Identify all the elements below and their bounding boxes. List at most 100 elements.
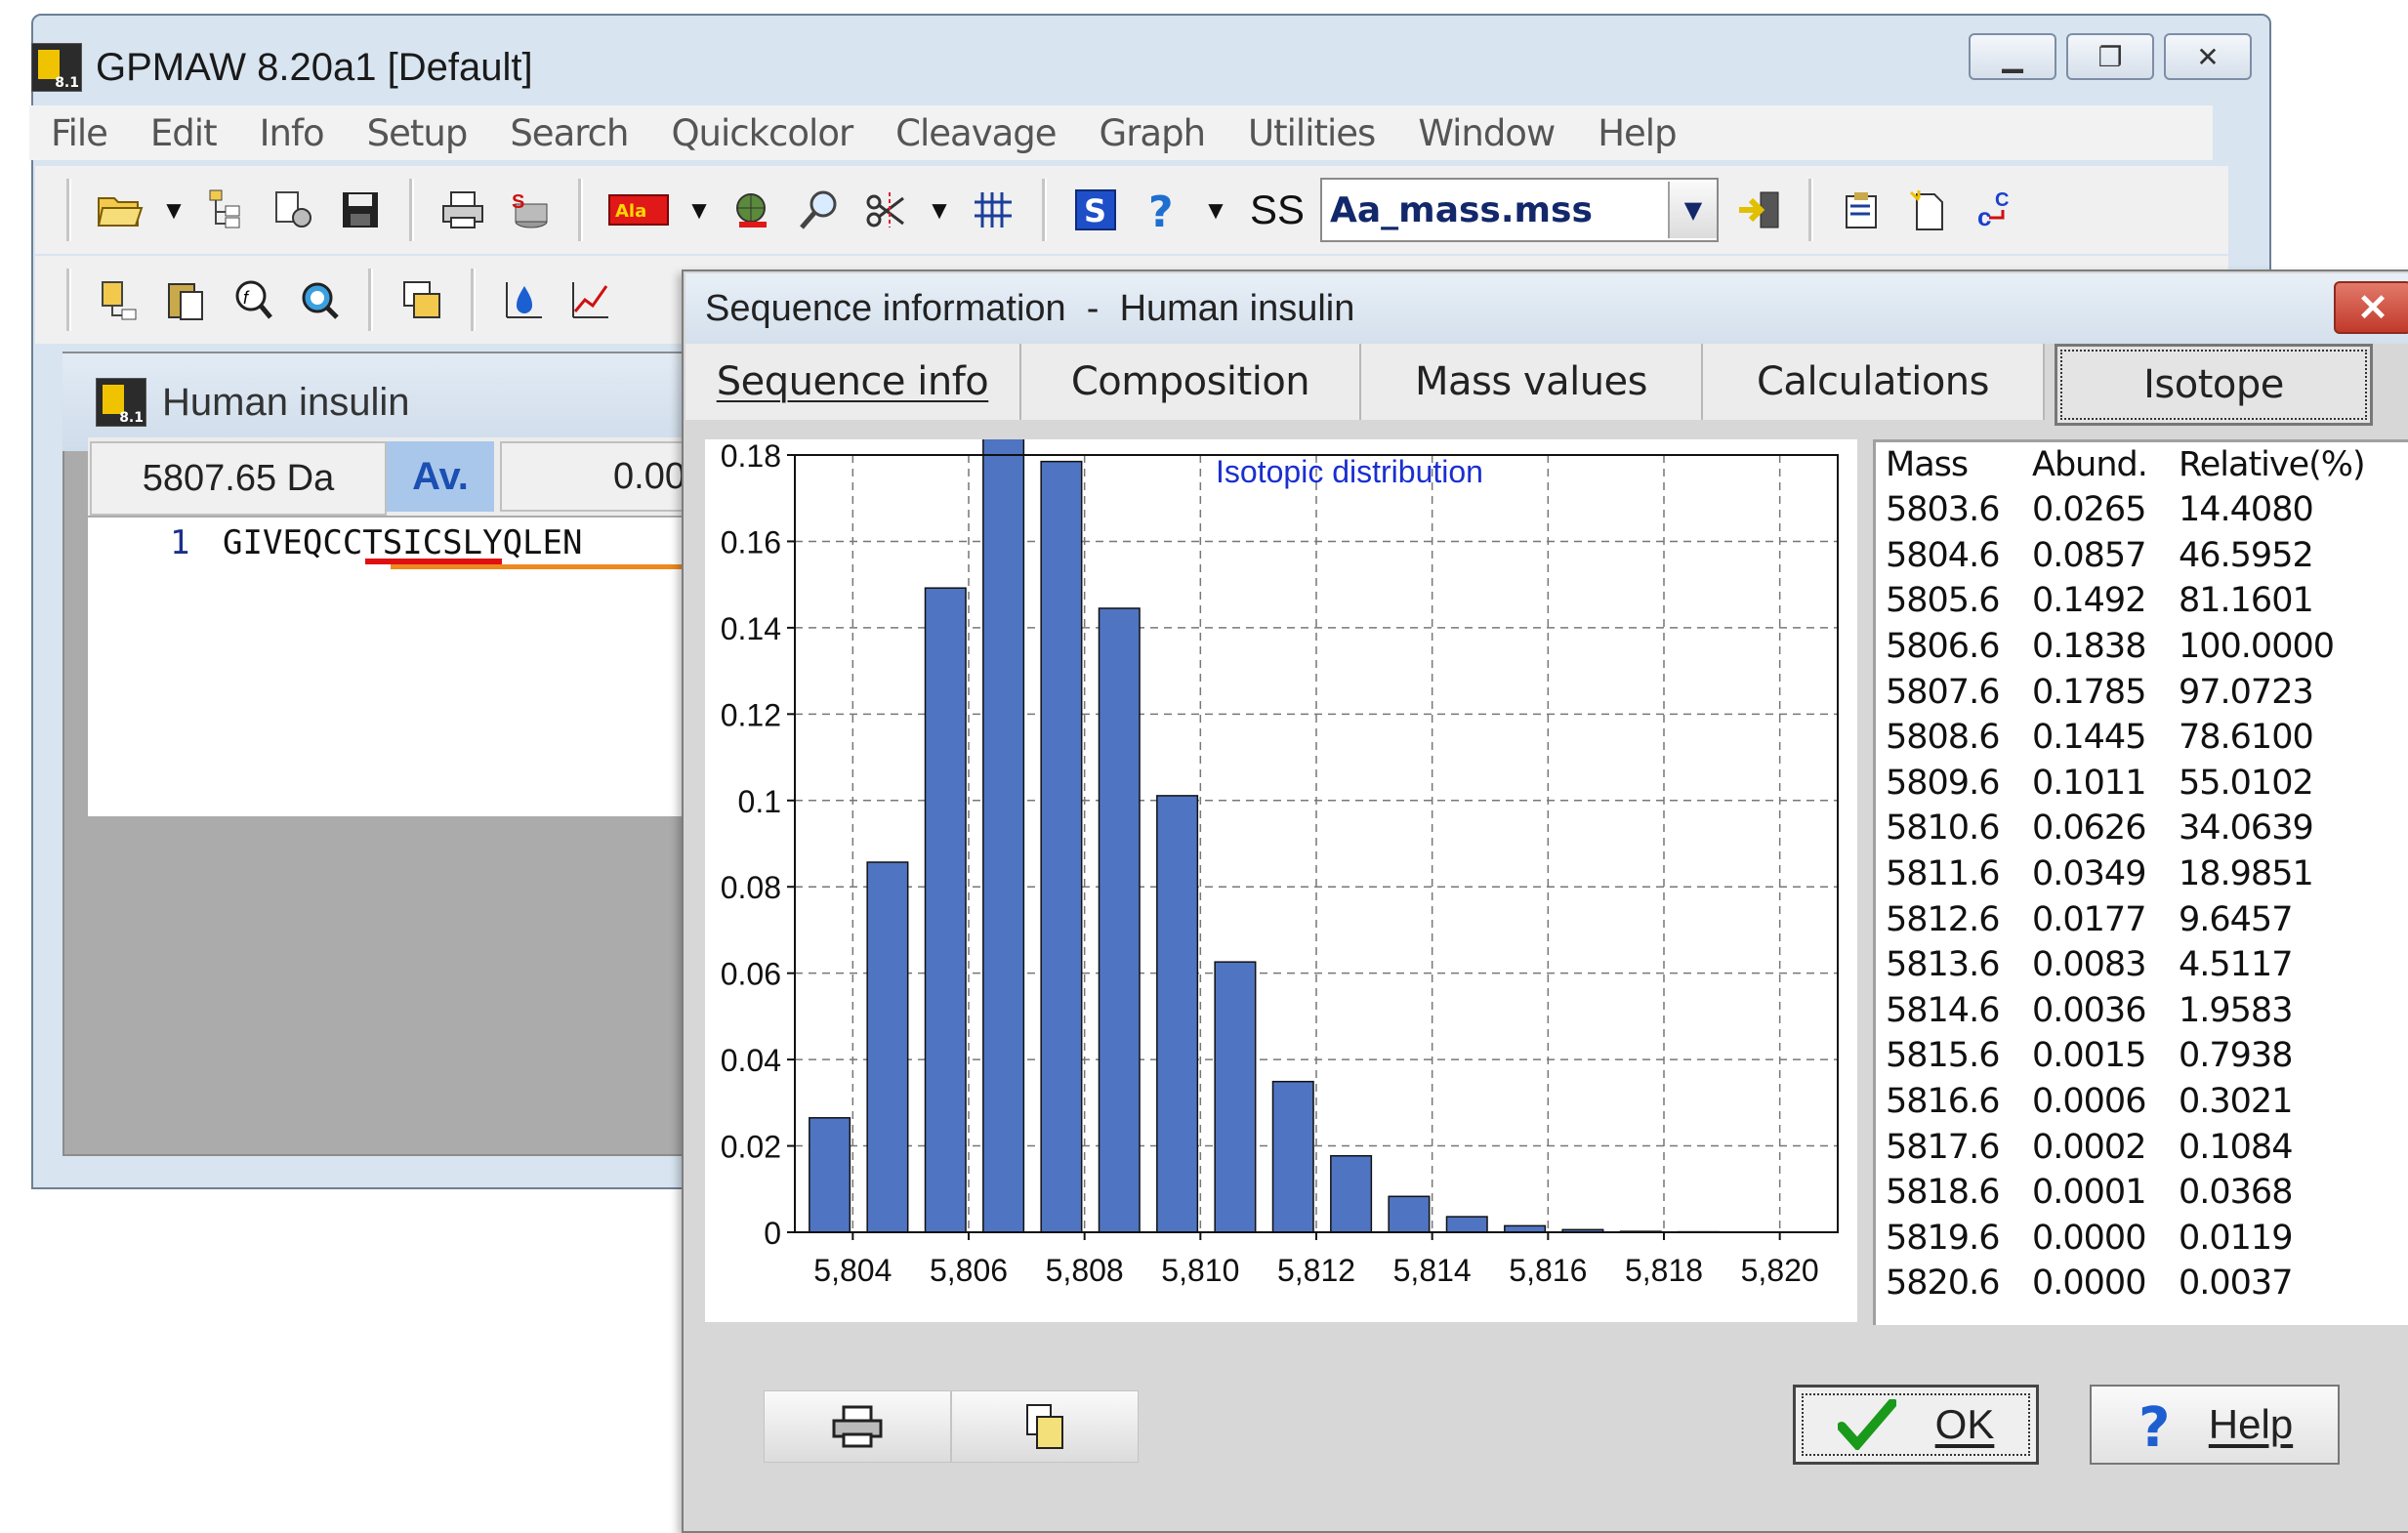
mass-cell: 5809.6 [1876,761,2032,807]
y-tick-label: 0.1 [738,784,781,819]
digest-grid-icon[interactable] [968,185,1018,235]
y-tick-label: 0.06 [721,957,781,992]
table-row: 5805.60.149281.1601 [1876,578,2408,624]
chevron-down-icon[interactable]: ▼ [161,195,187,226]
bar [983,439,1024,1232]
globe-search-icon[interactable] [727,185,778,235]
app-title: GPMAW 8.20a1 [Default] [96,46,533,90]
help-button[interactable]: ? Help [2090,1385,2340,1465]
tab-sequence-info[interactable]: Sequence info [685,344,1021,420]
save-icon[interactable] [335,185,386,235]
toolbar-separator [578,179,583,241]
cleave-scissors-icon[interactable] [860,185,911,235]
table-row: 5808.60.144578.6100 [1876,715,2408,761]
copy-window-icon[interactable] [396,274,447,325]
ss-label: SS [1250,186,1305,233]
abundance-cell: 0.0626 [2032,806,2179,851]
hydrophobicity-icon[interactable] [499,274,550,325]
bar [1389,1196,1430,1232]
bar [1331,1156,1372,1232]
close-window-button[interactable]: ✕ [2164,33,2252,80]
sequence-properties-icon[interactable] [95,274,145,325]
mass-cell: 5808.6 [1876,715,2032,761]
help-question-icon[interactable]: ? [1137,185,1187,235]
y-tick-label: 0.04 [721,1043,781,1078]
paste-icon[interactable] [161,274,212,325]
abundance-cell: 0.0177 [2032,896,2179,942]
x-tick-label: 5,814 [1393,1253,1472,1288]
menu-quickcolor[interactable]: Quickcolor [649,112,874,154]
relative-cell: 4.5117 [2179,942,2408,988]
new-document-icon[interactable] [1903,185,1954,235]
table-header-row: Mass Abund. Relative(%) [1876,442,2408,487]
abundance-cell: 0.0857 [2032,533,2179,579]
menu-edit[interactable]: Edit [129,112,238,154]
tree-icon[interactable] [202,185,253,235]
mass-cell: 5817.6 [1876,1124,2032,1170]
minimize-button[interactable]: ▁ [1969,33,2056,80]
table-row: 5807.60.178597.0723 [1876,669,2408,715]
open-folder-icon[interactable] [95,185,145,235]
tab-calculations[interactable]: Calculations [1703,344,2045,420]
amino-acid-color-icon[interactable]: Ala [606,185,671,235]
mass-cell: 5811.6 [1876,851,2032,897]
dialog-tabs: Sequence info Composition Mass values Ca… [685,344,2406,422]
tab-isotope[interactable]: Isotope [2055,344,2373,426]
apply-style-icon[interactable] [1734,185,1785,235]
abundance-cell: 0.0265 [2032,487,2179,533]
quick-search-icon[interactable] [294,274,345,325]
copy-button[interactable] [951,1390,1139,1463]
menu-file[interactable]: File [29,112,129,154]
menu-help[interactable]: Help [1576,112,1697,154]
menu-info[interactable]: Info [238,112,346,154]
svg-text:Ala: Ala [615,201,646,222]
plot-graph-icon[interactable] [565,274,616,325]
chevron-down-icon[interactable]: ▼ [1203,195,1228,226]
sequence-window-title-bar: Human insulin [62,353,721,451]
dialog-close-button[interactable]: ✕ [2334,281,2408,334]
menu-utilities[interactable]: Utilities [1226,112,1396,154]
s-tool-icon[interactable]: S [1070,185,1121,235]
mass-cell: 5805.6 [1876,578,2032,624]
menu-setup[interactable]: Setup [346,112,489,154]
relative-cell: 9.6457 [2179,896,2408,942]
sequence-settings-icon[interactable] [269,185,319,235]
maximize-button[interactable]: ❐ [2066,33,2154,80]
zoom-formula-icon[interactable]: f [228,274,278,325]
relative-cell: 55.0102 [2179,761,2408,807]
mass-cell: 5804.6 [1876,533,2032,579]
column-header-mass: Mass [1876,442,2032,487]
toolbar-separator [66,269,71,331]
sequence-database-icon[interactable]: S [504,185,555,235]
mass-cell: 5803.6 [1876,487,2032,533]
tab-composition[interactable]: Composition [1021,344,1361,420]
chevron-down-icon[interactable]: ▼ [1668,182,1717,238]
relative-cell: 0.0119 [2179,1216,2408,1262]
style-file-select[interactable]: Aa_mass.mss ▼ [1320,178,1719,242]
bar [1041,462,1082,1232]
magnifier-icon[interactable] [794,185,845,235]
ok-button[interactable]: OK [1793,1385,2039,1465]
tab-label: Isotope [2143,362,2284,407]
bar [1100,608,1141,1232]
clipboard-edit-icon[interactable] [1837,185,1888,235]
print-icon[interactable] [437,185,488,235]
tab-mass-values[interactable]: Mass values [1361,344,1703,420]
relative-cell: 0.3021 [2179,1079,2408,1125]
menu-search[interactable]: Search [488,112,649,154]
app-logo-icon [31,43,82,92]
main-toolbar: ▼ S Ala ▼ ▼ S ? ▼ SS Aa_mass.mss ▼ [35,166,2228,254]
menu-graph[interactable]: Graph [1078,112,1227,154]
chevron-down-icon[interactable]: ▼ [686,195,712,226]
menu-cleavage[interactable]: Cleavage [874,112,1077,154]
mass-type-toggle[interactable]: Av. [387,441,494,512]
tab-label: Sequence info [717,359,989,404]
c-terminal-icon[interactable]: cC [1970,185,2020,235]
menu-window[interactable]: Window [1396,112,1576,154]
svg-text:?: ? [2138,1397,2170,1452]
bar [810,1118,851,1232]
column-header-relative: Relative(%) [2179,442,2408,487]
print-button[interactable] [764,1390,951,1463]
chevron-down-icon[interactable]: ▼ [927,195,952,226]
abundance-cell: 0.0000 [2032,1216,2179,1262]
